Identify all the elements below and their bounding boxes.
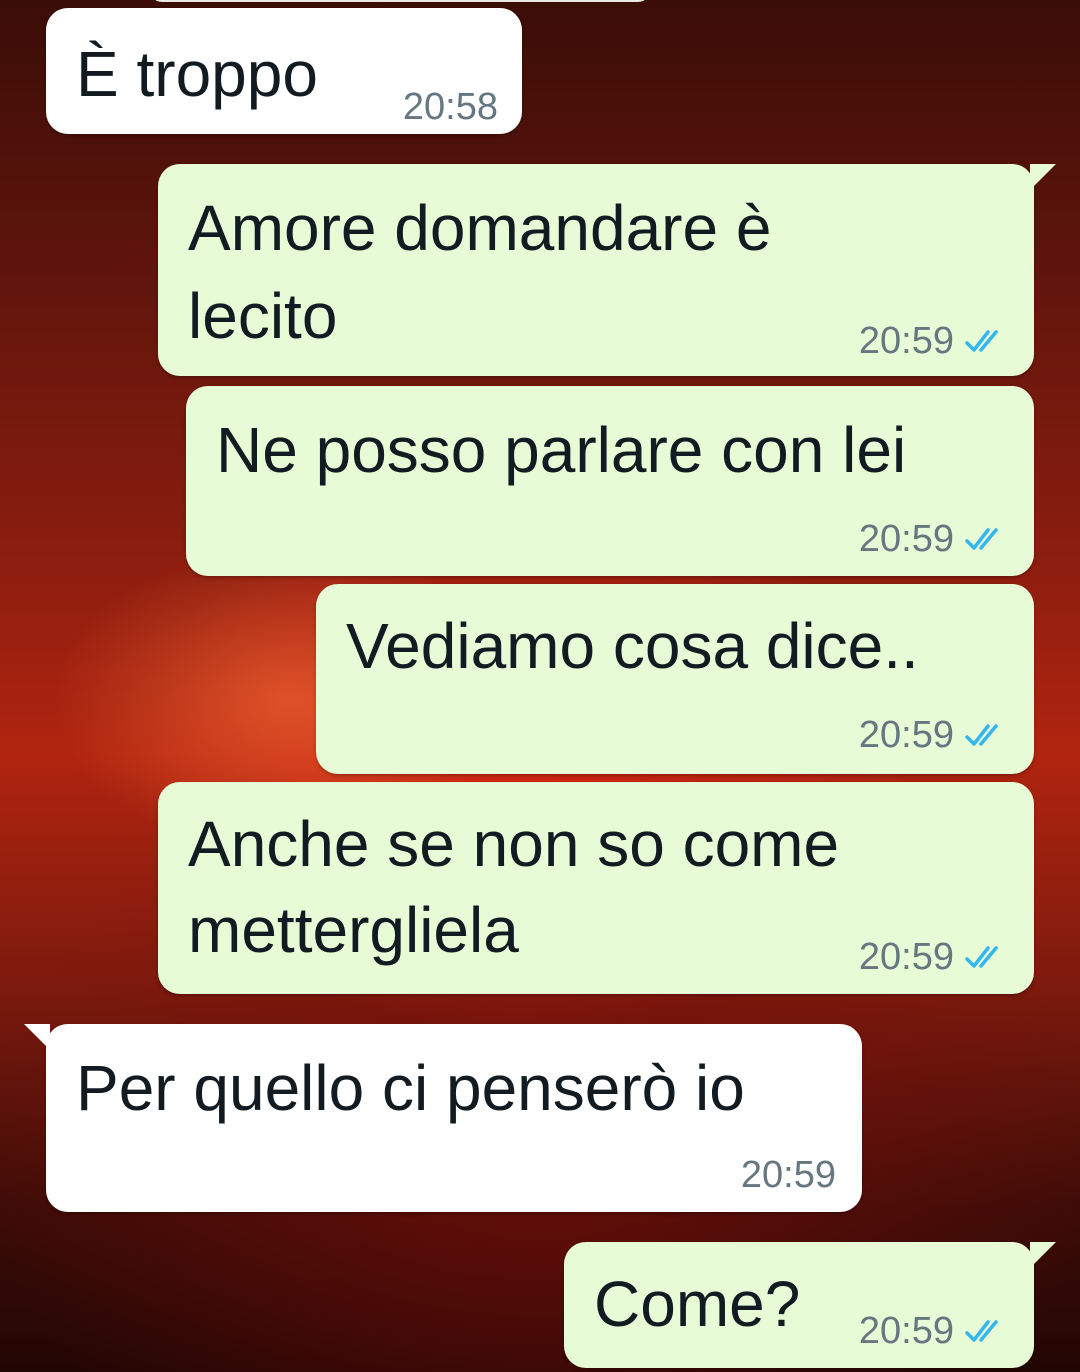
- double-check-read-icon: [965, 527, 998, 550]
- outgoing-message-bubble[interactable]: Vediamo cosa dice.. 20:59: [316, 584, 1034, 774]
- message-time: 20:59: [740, 1154, 836, 1196]
- message-time: 20:59: [858, 518, 954, 560]
- message-text-line-2: lecito: [188, 280, 338, 352]
- message-meta: 20:59: [741, 1154, 836, 1197]
- double-check-read-icon: [965, 945, 998, 968]
- message-meta: 20:59: [859, 518, 1008, 561]
- message-meta: 20:59: [859, 936, 1008, 979]
- message-text: Vediamo cosa dice..: [346, 610, 919, 682]
- message-meta: 20:59: [859, 714, 1008, 757]
- message-time: 20:59: [858, 320, 954, 362]
- outgoing-message-bubble[interactable]: Ne posso parlare con lei 20:59: [186, 386, 1034, 576]
- message-text: È troppo: [76, 38, 318, 110]
- double-check-read-icon: [965, 329, 998, 352]
- double-check-read-icon: [965, 1319, 998, 1342]
- chat-area: È troppo 20:58 Amore domandare è lecito …: [0, 0, 1080, 1372]
- outgoing-message-bubble[interactable]: Come? 20:59: [564, 1242, 1056, 1368]
- outgoing-message-bubble[interactable]: Amore domandare è lecito 20:59: [158, 164, 1056, 376]
- double-check-read-icon: [965, 723, 998, 746]
- message-text-line-1: Anche se non so come: [188, 808, 840, 880]
- message-time: 20:59: [858, 1310, 954, 1352]
- message-time: 20:59: [858, 936, 954, 978]
- incoming-message-bubble[interactable]: Per quello ci penserò io 20:59: [24, 1024, 862, 1212]
- outgoing-message-bubble[interactable]: Anche se non so come mettergliela 20:59: [158, 782, 1034, 994]
- message-text-line-2: mettergliela: [188, 894, 519, 966]
- message-text: Come?: [594, 1268, 801, 1340]
- message-time: 20:59: [858, 714, 954, 756]
- message-text: Per quello ci penserò io: [76, 1052, 745, 1124]
- message-meta: 20:59: [859, 320, 1008, 363]
- message-text: Ne posso parlare con lei: [216, 414, 907, 486]
- incoming-message-bubble[interactable]: È troppo 20:58: [46, 8, 522, 134]
- message-meta: 20:58: [403, 86, 498, 129]
- previous-message-edge: [150, 0, 650, 2]
- message-text-line-1: Amore domandare è: [188, 192, 772, 264]
- message-time: 20:58: [402, 86, 498, 128]
- message-meta: 20:59: [859, 1310, 1008, 1353]
